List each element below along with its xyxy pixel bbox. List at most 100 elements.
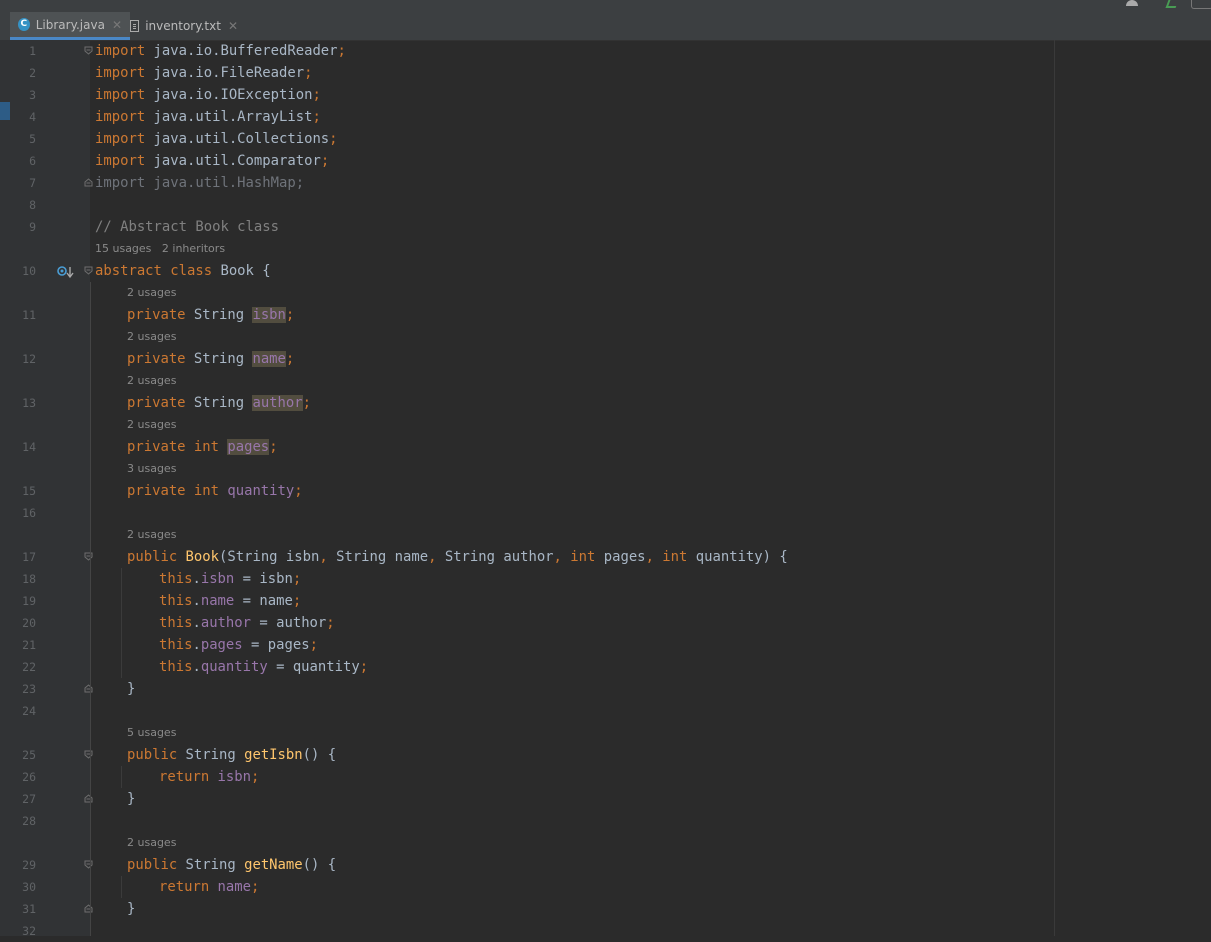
usages-hint[interactable]: 2 usages xyxy=(127,832,176,854)
code-line[interactable]: import java.io.IOException; xyxy=(95,84,321,106)
search-box[interactable] xyxy=(1191,0,1211,9)
usages-hint[interactable]: 5 usages xyxy=(127,722,176,744)
code-line[interactable]: private String name; xyxy=(127,348,294,370)
close-icon[interactable]: ✕ xyxy=(228,19,238,33)
side-selection[interactable] xyxy=(0,102,10,120)
code-token: private xyxy=(127,307,194,323)
close-icon[interactable]: ✕ xyxy=(112,18,122,32)
line-number: 10 xyxy=(22,264,36,278)
implemented-by-icon[interactable] xyxy=(57,264,75,279)
code-line[interactable]: import java.io.FileReader; xyxy=(95,62,312,84)
code-token: name xyxy=(252,351,286,367)
code-token: quantity xyxy=(200,659,268,675)
code-line[interactable]: import java.util.HashMap; xyxy=(95,172,304,194)
code-token: . xyxy=(192,659,201,675)
code-line[interactable]: import java.util.Comparator; xyxy=(95,150,329,172)
run-check-icon[interactable] xyxy=(1165,0,1179,8)
line-number: 31 xyxy=(22,902,36,916)
line-number: 6 xyxy=(29,154,36,168)
line-number: 29 xyxy=(22,858,36,872)
code-line[interactable]: import java.util.Collections; xyxy=(95,128,338,150)
code-token: author xyxy=(200,615,252,631)
fold-open-icon[interactable] xyxy=(84,266,93,275)
code-token: String name xyxy=(336,549,429,565)
code-line[interactable]: import java.util.ArrayList; xyxy=(95,106,321,128)
code-line[interactable]: // Abstract Book class xyxy=(95,216,279,238)
code-token: import xyxy=(95,109,146,125)
editor-tab-bar: C Library.java ✕ inventory.txt ✕ xyxy=(0,12,1211,41)
usages-hint[interactable]: 2 usages xyxy=(127,326,176,348)
code-token: this xyxy=(159,593,193,609)
code-line[interactable]: } xyxy=(127,898,135,920)
code-token: java.io.IOException xyxy=(145,87,313,103)
usages-hint[interactable]: 2 usages xyxy=(127,282,176,304)
code-line[interactable]: this.author = author; xyxy=(159,612,335,634)
fold-close-icon[interactable] xyxy=(84,684,93,693)
code-token: ; xyxy=(312,87,321,103)
fold-open-icon[interactable] xyxy=(84,750,93,759)
code-token: = isbn xyxy=(234,571,293,587)
code-line[interactable]: return isbn; xyxy=(159,766,259,788)
code-line[interactable]: import java.io.BufferedReader; xyxy=(95,40,346,62)
usages-hint[interactable]: 3 usages xyxy=(127,458,176,480)
usages-hint[interactable]: 15 usages 2 inheritors xyxy=(95,238,225,260)
line-number: 32 xyxy=(22,924,36,938)
code-token: ; xyxy=(292,571,302,587)
code-token: , int xyxy=(645,549,696,565)
fold-open-icon[interactable] xyxy=(84,46,93,55)
usages-hint[interactable]: 2 usages xyxy=(127,370,176,392)
code-token: Book { xyxy=(220,263,271,279)
code-token: java.util.Collections xyxy=(145,131,330,147)
code-token: public xyxy=(127,857,186,873)
code-line[interactable]: } xyxy=(127,788,135,810)
code-token: . xyxy=(192,637,201,653)
code-line[interactable]: private String isbn; xyxy=(127,304,294,326)
code-token: ; xyxy=(309,637,318,653)
fold-close-icon[interactable] xyxy=(84,904,93,913)
code-line[interactable]: private String author; xyxy=(127,392,311,414)
line-number: 2 xyxy=(29,66,36,80)
code-line[interactable]: private int pages; xyxy=(127,436,278,458)
code-line[interactable]: this.pages = pages; xyxy=(159,634,318,656)
code-line[interactable]: abstract class Book { xyxy=(95,260,271,282)
fold-open-icon[interactable] xyxy=(84,860,93,869)
code-line[interactable]: } xyxy=(127,678,135,700)
code-token: quantity xyxy=(227,483,295,499)
code-token: ; xyxy=(337,43,346,59)
code-token: String xyxy=(193,395,253,411)
code-token: this xyxy=(159,637,193,653)
usages-hint[interactable]: 2 usages xyxy=(127,524,176,546)
usages-hint[interactable]: 2 usages xyxy=(127,414,176,436)
code-line[interactable]: public Book(String isbn, String name, St… xyxy=(127,546,788,568)
fold-close-icon[interactable] xyxy=(84,178,93,187)
code-line[interactable]: public String getIsbn() { xyxy=(127,744,336,766)
code-token: this xyxy=(159,571,193,587)
code-line[interactable]: this.quantity = quantity; xyxy=(159,656,368,678)
fold-close-icon[interactable] xyxy=(84,794,93,803)
code-line[interactable]: this.isbn = isbn; xyxy=(159,568,301,590)
line-number: 18 xyxy=(22,572,36,586)
fold-open-icon[interactable] xyxy=(84,552,93,561)
code-token: pages xyxy=(603,549,646,565)
code-token: ; xyxy=(269,439,278,455)
code-line[interactable]: private int quantity; xyxy=(127,480,303,502)
line-number: 7 xyxy=(29,176,36,190)
code-token: ; xyxy=(285,351,295,367)
line-number: 11 xyxy=(22,308,36,322)
toolbar-icons xyxy=(1121,0,1211,12)
line-number: 9 xyxy=(29,220,36,234)
code-token: import xyxy=(95,131,146,147)
line-number: 24 xyxy=(22,704,36,718)
code-token: ; xyxy=(312,109,321,125)
code-token: private int xyxy=(127,483,228,499)
tab-inventory-txt[interactable]: inventory.txt ✕ xyxy=(122,12,246,40)
user-icon[interactable] xyxy=(1126,0,1138,6)
tab-library-java[interactable]: C Library.java ✕ xyxy=(10,12,130,40)
code-line[interactable]: this.name = name; xyxy=(159,590,301,612)
code-line[interactable]: return name; xyxy=(159,876,259,898)
code-token: ; xyxy=(359,659,369,675)
code-line[interactable]: public String getName() { xyxy=(127,854,336,876)
text-file-icon xyxy=(130,20,140,32)
code-token: ; xyxy=(285,307,295,323)
code-token: String xyxy=(185,857,245,873)
